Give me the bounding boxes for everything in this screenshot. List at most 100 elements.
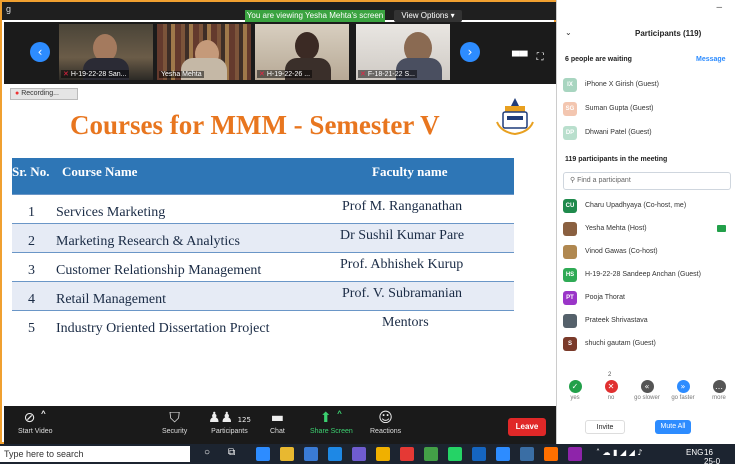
avatar: SG — [563, 102, 577, 116]
taskbar-search-input[interactable]: Type here to search — [0, 446, 190, 462]
find-placeholder: Find a participant — [577, 177, 631, 184]
app-icon[interactable] — [352, 447, 366, 461]
participant-row[interactable]: HS H-19-22-28 Sandeep Anchan (Guest) — [557, 265, 735, 285]
app-icon[interactable] — [472, 447, 486, 461]
cortana-icon[interactable]: ○ — [204, 447, 210, 458]
reactions-button[interactable]: ☺ Reactions — [370, 410, 401, 435]
feedback-go-slower[interactable]: « go slower — [629, 380, 665, 401]
feedback-more[interactable]: … more — [701, 380, 735, 401]
app-icon[interactable] — [568, 447, 582, 461]
video-tile[interactable]: ✕ F-18-21-22 S... — [356, 24, 450, 80]
video-off-icon: ⊘ ˄ — [23, 410, 47, 426]
file-explorer-icon[interactable] — [280, 447, 294, 461]
more-icon: … — [712, 380, 726, 393]
minimize-icon[interactable]: – — [716, 2, 722, 13]
video-tile[interactable]: ✕ H-19-22-28 San... — [59, 24, 153, 80]
app-icon[interactable] — [376, 447, 390, 461]
chevron-down-icon[interactable]: ⌄ — [565, 28, 572, 37]
edge-icon[interactable] — [256, 447, 270, 461]
video-tile[interactable]: ✕ H-19-22-26 ... — [255, 24, 349, 80]
participants-count: 125 — [237, 416, 251, 424]
participants-button[interactable]: ♟♟ 125 Participants — [208, 410, 251, 435]
tile-name: Yesha Mehta — [159, 71, 204, 78]
participant-name: shuchi gautam (Guest) — [585, 340, 656, 347]
leave-button[interactable]: Leave — [508, 418, 546, 436]
participant-name: Yesha Mehta (Host) — [585, 225, 647, 232]
faculty-name: Prof. V. Subramanian — [342, 286, 463, 301]
feedback-yes[interactable]: ✓ yes — [557, 380, 593, 401]
zoom-meeting-window: g ‹ ✕ H-19-22-28 San... Yesha Mehta ✕ H-19… — [0, 0, 558, 446]
zoom-icon[interactable] — [496, 447, 510, 461]
participant-name: Charu Upadhyaya (Co-host, me) — [585, 202, 687, 209]
fullscreen-icon[interactable]: ⛶ — [537, 52, 544, 63]
app-icon[interactable] — [544, 447, 558, 461]
participant-name: Pooja Thorat — [585, 294, 625, 301]
participant-row[interactable]: Vinod Gawas (Co-host) — [557, 242, 735, 262]
tile-name-text: H-19-22-26 ... — [266, 71, 311, 78]
participant-name: Vinod Gawas (Co-host) — [585, 248, 658, 255]
waiting-row[interactable]: SG Suman Gupta (Guest) — [557, 100, 735, 118]
avatar — [563, 245, 577, 259]
participant-row[interactable]: Prateek Shrivastava — [557, 311, 735, 331]
mute-all-button[interactable]: Mute All — [655, 420, 691, 434]
feedback-go-faster[interactable]: » go faster — [665, 380, 701, 401]
clock[interactable]: 16 25-0 — [704, 448, 720, 464]
app-icon[interactable] — [520, 447, 534, 461]
chat-button[interactable]: ▬ Chat — [270, 410, 285, 435]
video-strip: ‹ ✕ H-19-22-28 San... Yesha Mehta ✕ H-19-2… — [4, 22, 556, 84]
check-icon: ✓ — [568, 380, 582, 393]
table-row: 3 Customer Relationship Management Prof.… — [12, 252, 514, 281]
participant-row[interactable]: Yesha Mehta (Host) — [557, 219, 735, 239]
faculty-name: Prof M. Ranganathan — [342, 199, 463, 214]
table-row: 4 Retail Management Prof. V. Subramanian — [12, 281, 514, 310]
recording-indicator[interactable]: ● Recording... — [10, 88, 78, 100]
reactions-label: Reactions — [370, 428, 402, 435]
avatar — [563, 314, 577, 328]
invite-button[interactable]: Invite — [585, 420, 625, 434]
participant-row[interactable]: PT Pooja Thorat — [557, 288, 735, 308]
faculty-name: Mentors — [382, 315, 429, 330]
task-view-icon[interactable]: ⧉ — [228, 447, 235, 458]
tile-name: ✕ F-18-21-22 S... — [358, 70, 417, 78]
system-tray-icons[interactable]: ˄ ☁ ▮ ◢ ◢ ♪ — [596, 448, 643, 457]
participant-row[interactable]: S shuchi gautam (Guest) — [557, 334, 735, 354]
avatar: IX — [563, 78, 577, 92]
college-logo-icon — [496, 98, 534, 136]
view-options-button[interactable]: View Options ▾ — [394, 10, 462, 22]
course-name: Marketing Research & Analytics — [56, 234, 240, 249]
find-participant-input[interactable]: ⚲ Find a participant — [563, 172, 731, 190]
waiting-row[interactable]: DP Dhwani Patel (Guest) — [557, 124, 735, 142]
gallery-view-icon[interactable]: ▀▀ — [512, 52, 527, 63]
mic-muted-icon: ✕ — [360, 71, 366, 78]
chrome-icon[interactable] — [424, 447, 438, 461]
video-tile[interactable]: Yesha Mehta — [157, 24, 251, 80]
participant-name: Prateek Shrivastava — [585, 317, 648, 324]
share-screen-button[interactable]: ⬆ ˄ Share Screen — [310, 410, 353, 435]
whatsapp-icon[interactable] — [448, 447, 462, 461]
start-video-label: Start Video — [18, 428, 53, 435]
app-icon[interactable] — [400, 447, 414, 461]
next-page-arrow-icon[interactable]: › — [460, 42, 480, 62]
x-icon: ✕ — [604, 380, 618, 393]
shield-icon: ⛉ — [169, 410, 180, 426]
row-number: 3 — [28, 263, 35, 278]
participants-label: Participants — [211, 428, 248, 435]
mic-muted-icon: ✕ — [63, 71, 69, 78]
start-video-button[interactable]: ⊘ ˄ Start Video — [18, 410, 53, 435]
prev-page-arrow-icon[interactable]: ‹ — [30, 42, 50, 62]
mail-icon[interactable] — [328, 447, 342, 461]
feedback-no[interactable]: 2 ✕ no — [593, 372, 629, 401]
avatar: CU — [563, 199, 577, 213]
waiting-row[interactable]: IX iPhone X Girish (Guest) — [557, 76, 735, 94]
table-header: Sr. No. Course Name Faculty name — [12, 158, 514, 194]
row-number: 1 — [28, 205, 35, 220]
security-button[interactable]: ⛉ Security — [162, 410, 187, 435]
mic-muted-icon: ✕ — [259, 71, 265, 78]
store-icon[interactable] — [304, 447, 318, 461]
faculty-name: Dr Sushil Kumar Pare — [340, 228, 465, 243]
language-indicator[interactable]: ENG — [686, 448, 703, 457]
waiting-room-label: 6 people are waiting — [565, 56, 632, 63]
message-button[interactable]: Message — [696, 56, 726, 63]
participant-row[interactable]: CU Charu Upadhyaya (Co-host, me) — [557, 196, 735, 216]
avatar: HS — [563, 268, 577, 282]
